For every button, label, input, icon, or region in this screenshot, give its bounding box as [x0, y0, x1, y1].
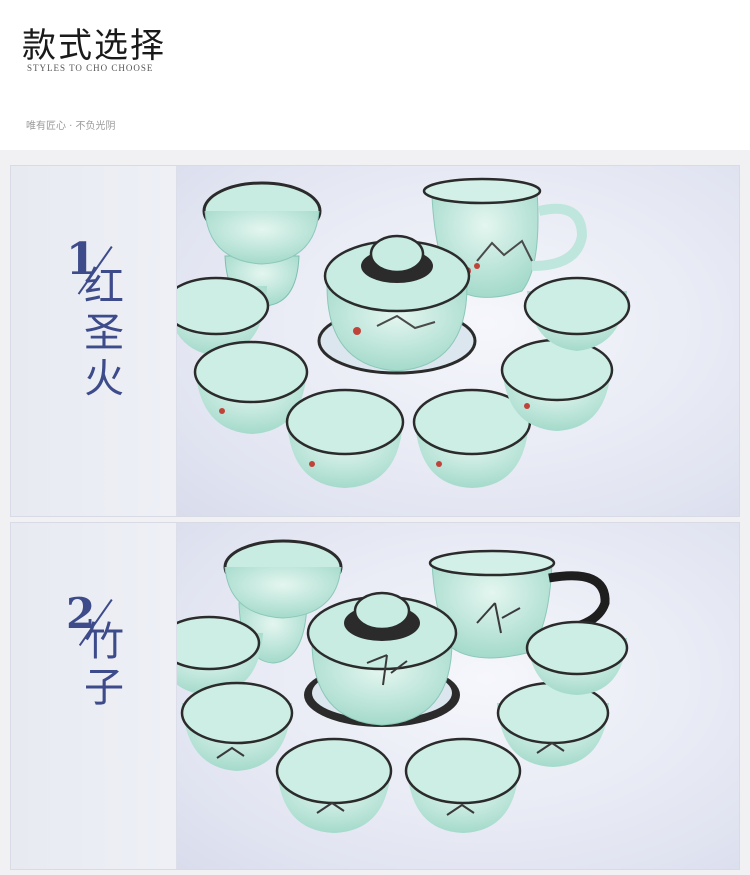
- tea-cup: [496, 681, 610, 767]
- style-name-char: 竹: [84, 619, 124, 665]
- tea-set-photo: [155, 523, 739, 869]
- page-header: 款式选择 STYLES TO CHO CHOOSE 唯有匠心 · 不负光阴: [0, 0, 750, 150]
- tea-cup: [180, 681, 294, 771]
- style-name-char: 火: [84, 356, 124, 402]
- page-title: 款式选择: [22, 26, 166, 66]
- slogan-text: 唯有匠心 · 不负光阴: [26, 121, 116, 132]
- gaiwan: [304, 591, 460, 727]
- gaiwan: [317, 234, 477, 375]
- tea-set-photo: [162, 166, 739, 516]
- tea-cup: [285, 388, 405, 488]
- style-name-char: 子: [84, 665, 124, 711]
- style-option-2[interactable]: 2 竹 子: [10, 522, 740, 870]
- page-subtitle: STYLES TO CHO CHOOSE: [27, 63, 154, 73]
- style-name-char: 红: [84, 264, 124, 310]
- style-name: 竹 子: [79, 619, 129, 711]
- tea-cup: [404, 737, 522, 833]
- style-label-area: 2 竹 子: [11, 523, 177, 869]
- tea-cup: [275, 737, 393, 833]
- style-name-char: 圣: [84, 310, 124, 356]
- tea-set-illustration-bamboo: [155, 539, 629, 833]
- style-option-1[interactable]: 1 红 圣 火: [10, 165, 740, 517]
- style-name: 红 圣 火: [79, 264, 129, 402]
- style-label-area: 1 红 圣 火: [11, 166, 177, 516]
- tea-set-illustration-red: [162, 177, 631, 488]
